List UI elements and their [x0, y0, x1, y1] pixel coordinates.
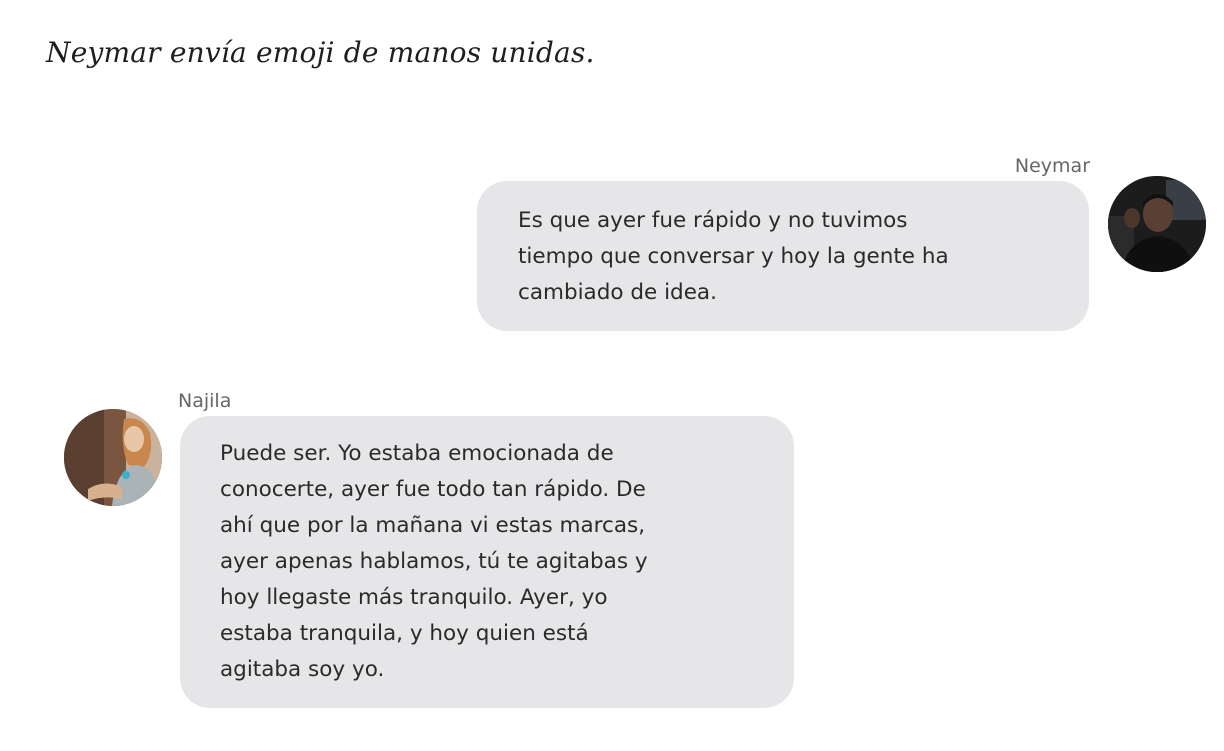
sender-name-neymar: Neymar [1014, 155, 1090, 177]
message-bubble-neymar: Es que ayer fue rápido y no tuvimos tiem… [477, 181, 1089, 331]
sender-name-najila: Najila [178, 390, 232, 412]
message-bubble-najila: Puede ser. Yo estaba emocionada de conoc… [180, 416, 794, 708]
page-heading: Neymar envía emoji de manos unidas. [46, 36, 595, 69]
avatar-neymar-image [1108, 176, 1206, 272]
avatar-neymar[interactable] [1108, 176, 1206, 272]
avatar-najila[interactable] [64, 409, 162, 506]
avatar-najila-image [64, 409, 162, 506]
